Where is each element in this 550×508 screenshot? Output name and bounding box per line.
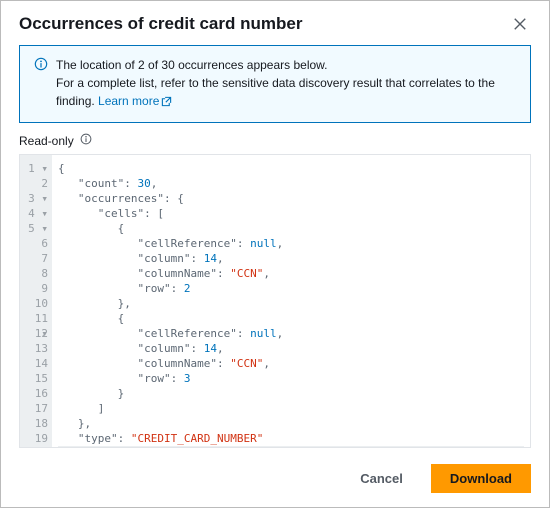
code-line: "cellReference": null, (58, 236, 524, 251)
info-icon (34, 57, 48, 112)
gutter-line: 16 (24, 386, 48, 401)
code-line: "type": "CREDIT_CARD_NUMBER" (58, 431, 524, 446)
gutter-line: 17 (24, 401, 48, 416)
gutter-line: 15 (24, 371, 48, 386)
gutter-line: 19 (24, 431, 48, 446)
gutter-line: 3 ▾ (24, 191, 48, 206)
code-line: "column": 14, (58, 341, 524, 356)
gutter-line: 5 ▾ (24, 221, 48, 236)
code-line: }, (58, 416, 524, 431)
external-link-icon (161, 94, 172, 112)
info-line1: The location of 2 of 30 occurrences appe… (56, 58, 328, 72)
gutter-line: 18 (24, 416, 48, 431)
code-line: "cells": [ (58, 206, 524, 221)
gutter-line: 14 (24, 356, 48, 371)
gutter-line: 7 (24, 251, 48, 266)
code-line: "row": 2 (58, 281, 524, 296)
gutter-line: 12 (24, 326, 48, 341)
dialog-title: Occurrences of credit card number (19, 14, 302, 34)
gutter-line: 8 (24, 266, 48, 281)
gutter-line: 6 (24, 236, 48, 251)
gutter-line: 20 (24, 446, 48, 448)
code-line: "count": 30, (58, 176, 524, 191)
code-content[interactable]: { "count": 30, "occurrences": { "cells":… (52, 155, 530, 447)
code-line: "column": 14, (58, 251, 524, 266)
code-line: }, (58, 296, 524, 311)
info-banner: The location of 2 of 30 occurrences appe… (19, 45, 531, 123)
code-gutter: 1 ▾23 ▾4 ▾5 ▾67891011 ▾12131415161718192… (20, 155, 52, 447)
gutter-line: 9 (24, 281, 48, 296)
code-line: } (58, 386, 524, 401)
code-line: { (58, 161, 524, 176)
code-line: { (58, 221, 524, 236)
gutter-line: 2 (24, 176, 48, 191)
code-viewer: 1 ▾23 ▾4 ▾5 ▾67891011 ▾12131415161718192… (19, 154, 531, 448)
gutter-line: 11 ▾ (24, 311, 48, 326)
code-line: "occurrences": { (58, 191, 524, 206)
code-line: "cellReference": null, (58, 326, 524, 341)
cancel-button[interactable]: Cancel (342, 464, 421, 493)
code-line: { (58, 311, 524, 326)
code-line: "row": 3 (58, 371, 524, 386)
code-line: "columnName": "CCN", (58, 356, 524, 371)
gutter-line: 13 (24, 341, 48, 356)
code-line: ] (58, 401, 524, 416)
gutter-line: 10 (24, 296, 48, 311)
info-icon (80, 133, 92, 148)
gutter-line: 4 ▾ (24, 206, 48, 221)
code-line: "columnName": "CCN", (58, 266, 524, 281)
close-button[interactable] (509, 13, 531, 35)
readonly-label: Read-only (19, 134, 74, 148)
gutter-line: 1 ▾ (24, 161, 48, 176)
code-line: } (58, 446, 524, 448)
close-icon (513, 17, 527, 31)
learn-more-link[interactable]: Learn more (98, 94, 172, 108)
download-button[interactable]: Download (431, 464, 531, 493)
